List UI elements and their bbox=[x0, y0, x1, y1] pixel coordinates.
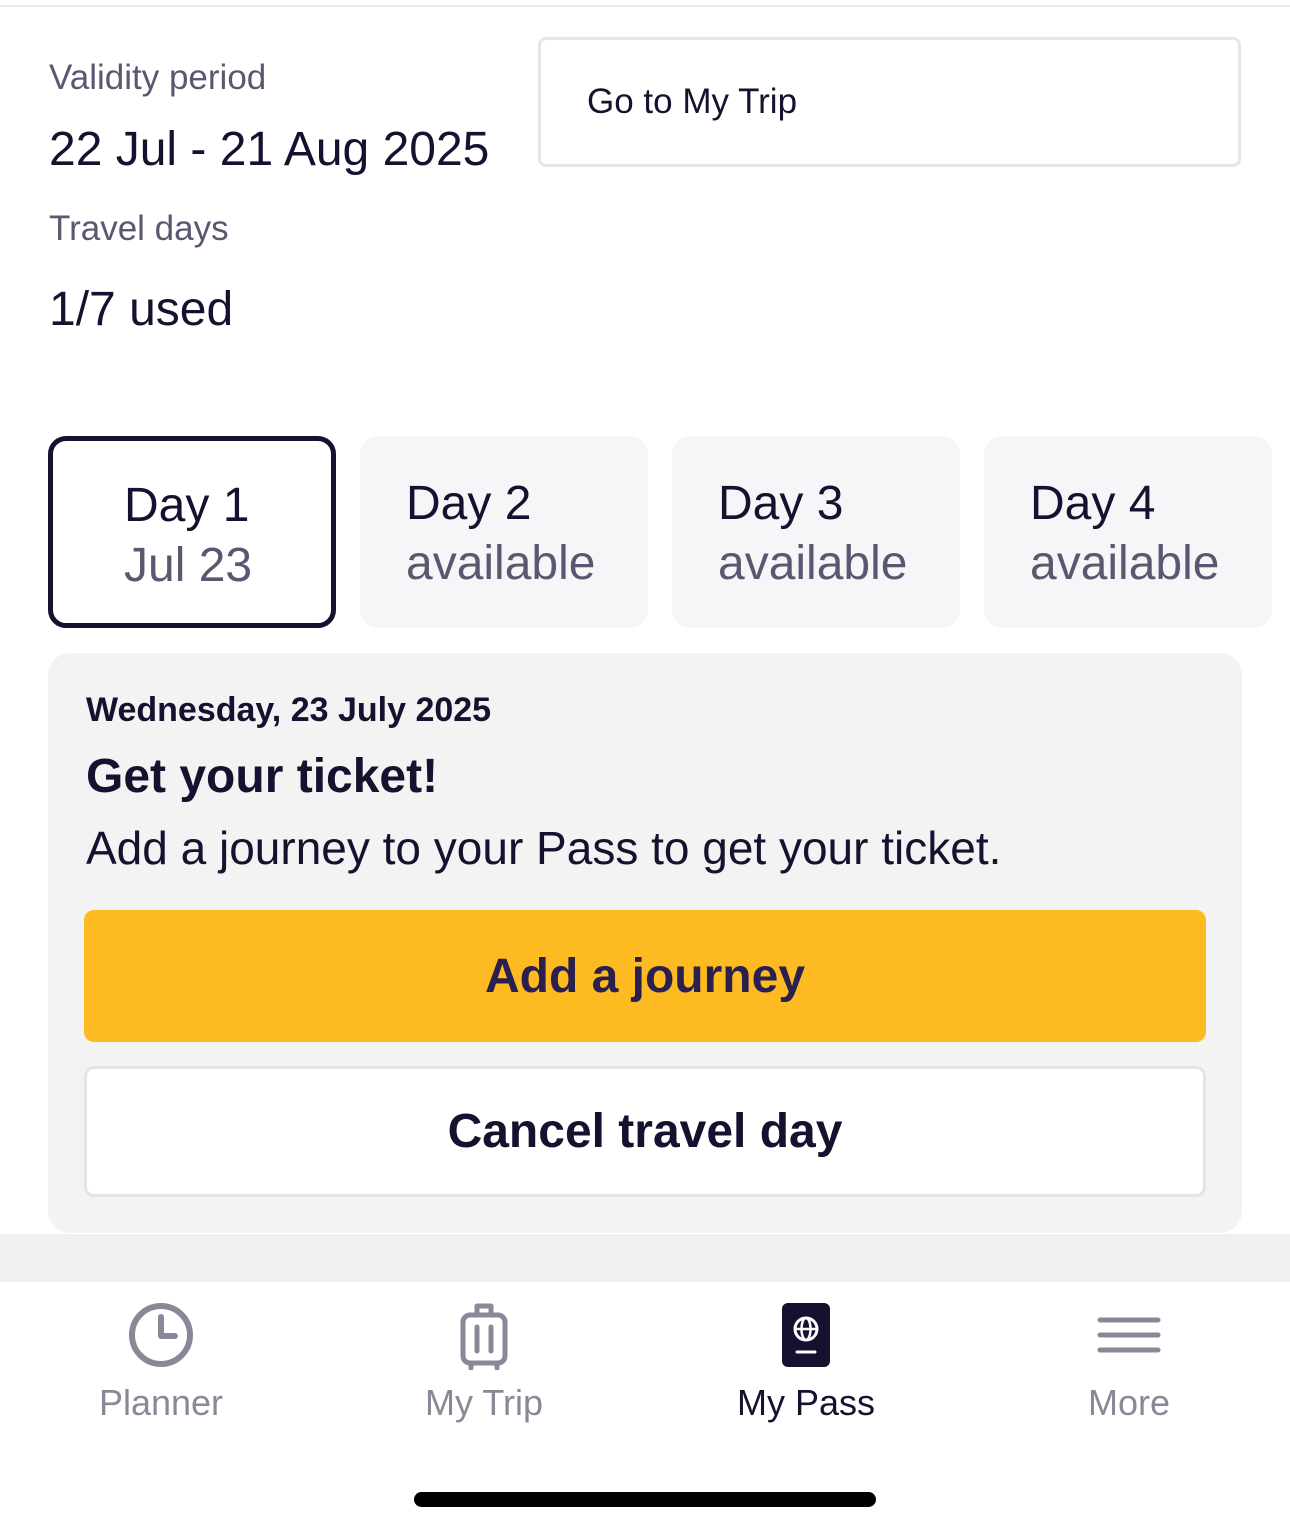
day-tab-title: Day 4 bbox=[1030, 477, 1156, 530]
cancel-travel-day-button[interactable]: Cancel travel day bbox=[84, 1066, 1206, 1197]
tab-label: More bbox=[1087, 1382, 1171, 1423]
day-tabs: Day 1 Jul 23 Day 2 available Day 3 avail… bbox=[48, 436, 1290, 628]
menu-icon bbox=[1097, 1317, 1161, 1353]
day-tab-4[interactable]: Day 4 available bbox=[984, 436, 1272, 628]
tab-planner[interactable]: Planner bbox=[0, 1282, 322, 1442]
validity-period-label: Validity period bbox=[49, 58, 267, 97]
day-tab-subtitle: Jul 23 bbox=[124, 539, 253, 592]
travel-days-value: 1/7 used bbox=[49, 283, 234, 336]
top-divider bbox=[0, 5, 1290, 7]
day-tab-title: Day 3 bbox=[718, 477, 844, 530]
my-pass-screen: Validity period 22 Jul - 21 Aug 2025 Tra… bbox=[0, 0, 1290, 1531]
day-tab-title: Day 2 bbox=[406, 477, 532, 530]
day-tab-2[interactable]: Day 2 available bbox=[360, 436, 648, 628]
tab-more[interactable]: More bbox=[968, 1282, 1290, 1442]
card-description: Add a journey to your Pass to get your t… bbox=[86, 822, 1002, 874]
add-journey-button[interactable]: Add a journey bbox=[84, 910, 1206, 1042]
day-tab-3[interactable]: Day 3 available bbox=[672, 436, 960, 628]
validity-period-value: 22 Jul - 21 Aug 2025 bbox=[49, 123, 490, 176]
tab-label: Planner bbox=[98, 1382, 224, 1423]
suitcase-icon bbox=[460, 1303, 508, 1370]
travel-date: Wednesday, 23 July 2025 bbox=[86, 691, 492, 729]
home-indicator bbox=[414, 1492, 876, 1507]
card-title: Get your ticket! bbox=[86, 750, 439, 803]
go-to-my-trip-button[interactable]: Go to My Trip bbox=[538, 37, 1241, 167]
tab-my-pass[interactable]: My Pass bbox=[645, 1282, 967, 1442]
day-tab-subtitle: available bbox=[406, 537, 596, 590]
content-bottom-strip bbox=[0, 1234, 1290, 1282]
day-tab-1[interactable]: Day 1 Jul 23 bbox=[48, 436, 336, 628]
day-tab-subtitle: available bbox=[718, 537, 908, 590]
tab-my-trip[interactable]: My Trip bbox=[323, 1282, 645, 1442]
travel-days-label: Travel days bbox=[49, 209, 229, 248]
day-tab-title: Day 1 bbox=[124, 479, 250, 532]
tab-label: My Trip bbox=[424, 1382, 543, 1423]
day-tab-subtitle: available bbox=[1030, 537, 1220, 590]
clock-icon bbox=[129, 1303, 193, 1367]
ticket-card: Wednesday, 23 July 2025 Get your ticket!… bbox=[48, 653, 1242, 1233]
passport-icon bbox=[782, 1303, 830, 1367]
tab-label: My Pass bbox=[736, 1382, 876, 1423]
